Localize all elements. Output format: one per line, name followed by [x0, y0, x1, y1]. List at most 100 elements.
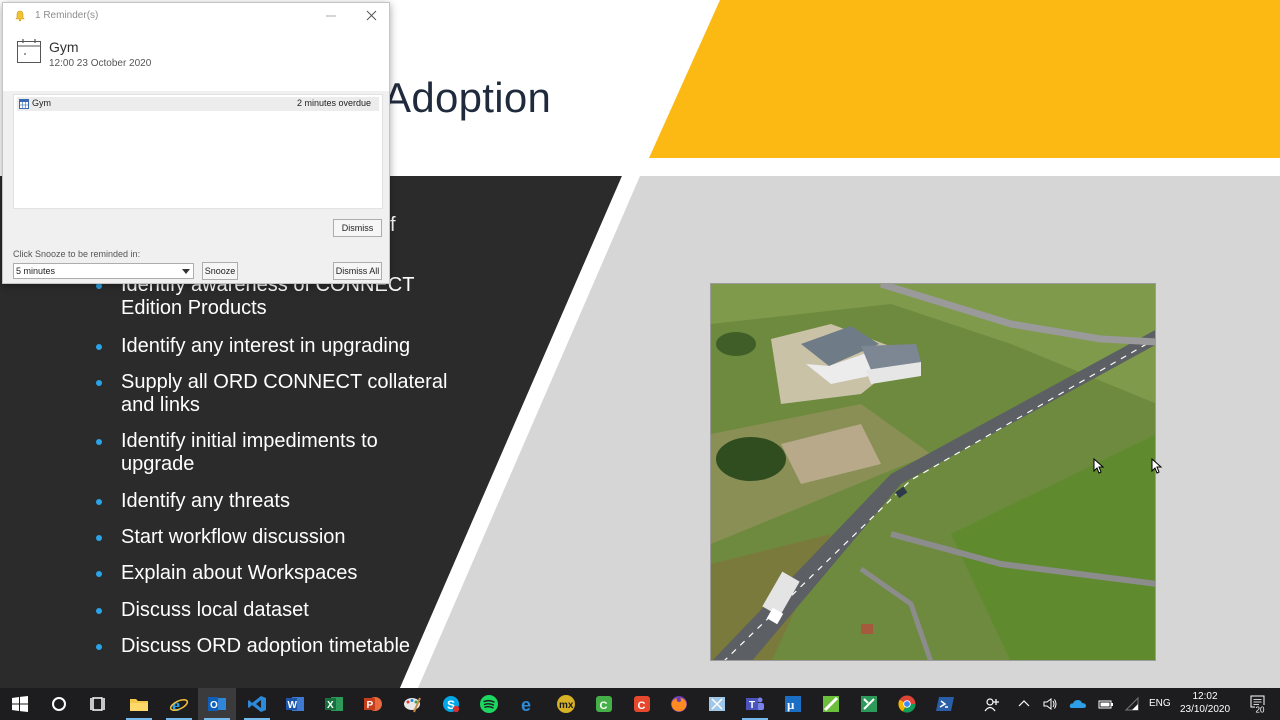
taskbar-camtasia[interactable]: C: [585, 688, 623, 720]
microstation-icon: μ: [785, 696, 801, 712]
calendar-item-icon: [19, 99, 29, 109]
yellow-banner: [649, 0, 1280, 158]
taskbar-file-explorer[interactable]: [120, 688, 158, 720]
svg-text:μ: μ: [787, 697, 795, 712]
taskbar-skype[interactable]: S: [432, 688, 470, 720]
svg-text:W: W: [288, 700, 298, 711]
calendar-icon: [17, 39, 41, 63]
skype-icon: S: [443, 696, 460, 713]
mx-icon: mx: [557, 695, 575, 713]
taskbar-internet-explorer[interactable]: e: [160, 688, 198, 720]
powershell-icon: [936, 697, 954, 711]
internet-explorer-icon: e: [169, 695, 189, 714]
taskbar-mx[interactable]: mx: [547, 688, 585, 720]
mouse-cursor-icon: [1093, 458, 1105, 474]
reminder-window: 1 Reminder(s) Gym 12:00 23 October 2020: [2, 2, 390, 284]
visual-studio-icon: [248, 696, 266, 712]
onedrive-button[interactable]: [1068, 688, 1088, 720]
list-item[interactable]: Gym 2 minutes overdue: [17, 97, 379, 111]
svg-text:C: C: [638, 700, 646, 712]
taskbar-spotify[interactable]: [470, 688, 508, 720]
bullet-dot: [96, 439, 102, 445]
taskbar-word[interactable]: W: [276, 688, 314, 720]
close-icon: [366, 10, 377, 21]
minimize-icon: [326, 15, 336, 17]
reminder-list[interactable]: Gym 2 minutes overdue: [13, 94, 383, 209]
taskbar-teams[interactable]: T: [736, 688, 774, 720]
taskbar-powershell[interactable]: [926, 688, 964, 720]
excel-icon: X: [325, 697, 343, 711]
task-view-button[interactable]: [80, 688, 118, 720]
input-language[interactable]: ENG: [1149, 698, 1171, 709]
battery-button[interactable]: [1096, 688, 1116, 720]
start-button[interactable]: [1, 688, 39, 720]
cortana-button[interactable]: [40, 688, 78, 720]
slide-title: Adoption: [383, 74, 552, 121]
svg-text:C: C: [600, 700, 608, 712]
window-title: 1 Reminder(s): [35, 10, 99, 21]
taskbar-excel[interactable]: X: [315, 688, 353, 720]
cortana-icon: [52, 697, 66, 711]
taskbar-paint[interactable]: [393, 688, 431, 720]
taskbar-outlook[interactable]: O: [198, 688, 236, 720]
bullet-dot: [96, 499, 102, 505]
edge-icon: e: [521, 695, 531, 714]
taskbar-openroads[interactable]: [812, 688, 850, 720]
snooze-button[interactable]: Snooze: [202, 262, 238, 280]
clock[interactable]: 12:02 23/10/2020: [1172, 690, 1238, 716]
reminder-titlebar[interactable]: 1 Reminder(s): [3, 3, 389, 29]
taskbar-chrome[interactable]: [888, 688, 926, 720]
spotify-icon: [480, 695, 498, 713]
network-button[interactable]: [1122, 688, 1142, 720]
taskbar-visual-studio[interactable]: [238, 688, 276, 720]
bullet-dot: [96, 571, 102, 577]
snooze-dropdown[interactable]: 5 minutes: [13, 263, 194, 279]
taskbar-snipping-tool[interactable]: [698, 688, 736, 720]
reminder-time: 12:00 23 October 2020: [49, 58, 152, 69]
chrome-icon: [898, 695, 916, 713]
word-icon: W: [286, 697, 304, 711]
svg-text:T: T: [749, 700, 755, 711]
bullet-dot: [96, 644, 102, 650]
battery-icon: [1098, 700, 1113, 709]
snooze-prompt: Click Snooze to be reminded in:: [13, 249, 141, 259]
taskbar-snagit[interactable]: C: [623, 688, 661, 720]
snipping-tool-icon: [709, 697, 725, 711]
minimize-button[interactable]: [311, 3, 351, 29]
notification-icon: 20: [1250, 695, 1266, 715]
wifi-icon: [1124, 696, 1139, 711]
aerial-road-photo: [710, 283, 1156, 661]
taskbar: e O W X P S e mx C C T μ ENG 12:02 23/10…: [0, 688, 1280, 720]
svg-text:e: e: [521, 695, 531, 714]
clock-date: 23/10/2020: [1179, 704, 1231, 715]
taskbar-edge[interactable]: e: [509, 688, 547, 720]
svg-text:X: X: [327, 700, 334, 711]
show-hidden-icons-button[interactable]: [1014, 688, 1034, 720]
reminder-subject: Gym: [49, 39, 79, 55]
dismiss-button[interactable]: Dismiss: [333, 219, 382, 237]
teams-icon: T: [746, 697, 764, 711]
svg-text:O: O: [210, 700, 218, 711]
clock-time: 12:02: [1192, 691, 1218, 702]
task-view-icon: [90, 697, 105, 711]
chevron-down-icon: [182, 269, 190, 274]
file-explorer-icon: [130, 699, 148, 711]
snagit-icon: C: [634, 696, 650, 712]
taskbar-powerpoint[interactable]: P: [354, 688, 392, 720]
close-button[interactable]: [351, 3, 391, 29]
dismiss-all-button[interactable]: Dismiss All: [333, 262, 382, 280]
taskbar-firefox[interactable]: [660, 688, 698, 720]
bullet-dot: [96, 344, 102, 350]
bullet-dot: [96, 608, 102, 614]
paint-icon: [404, 697, 421, 713]
openroads-icon: [823, 696, 839, 712]
bell-icon: [15, 10, 25, 22]
powerpoint-icon: P: [364, 697, 382, 711]
taskbar-excel-alt[interactable]: [850, 688, 888, 720]
action-center-button[interactable]: 20: [1250, 694, 1266, 715]
taskbar-microstation[interactable]: μ: [774, 688, 812, 720]
volume-button[interactable]: [1040, 688, 1060, 720]
outlook-icon: O: [208, 697, 226, 711]
excel-alt-icon: [861, 696, 877, 712]
people-button[interactable]: [982, 688, 1002, 720]
